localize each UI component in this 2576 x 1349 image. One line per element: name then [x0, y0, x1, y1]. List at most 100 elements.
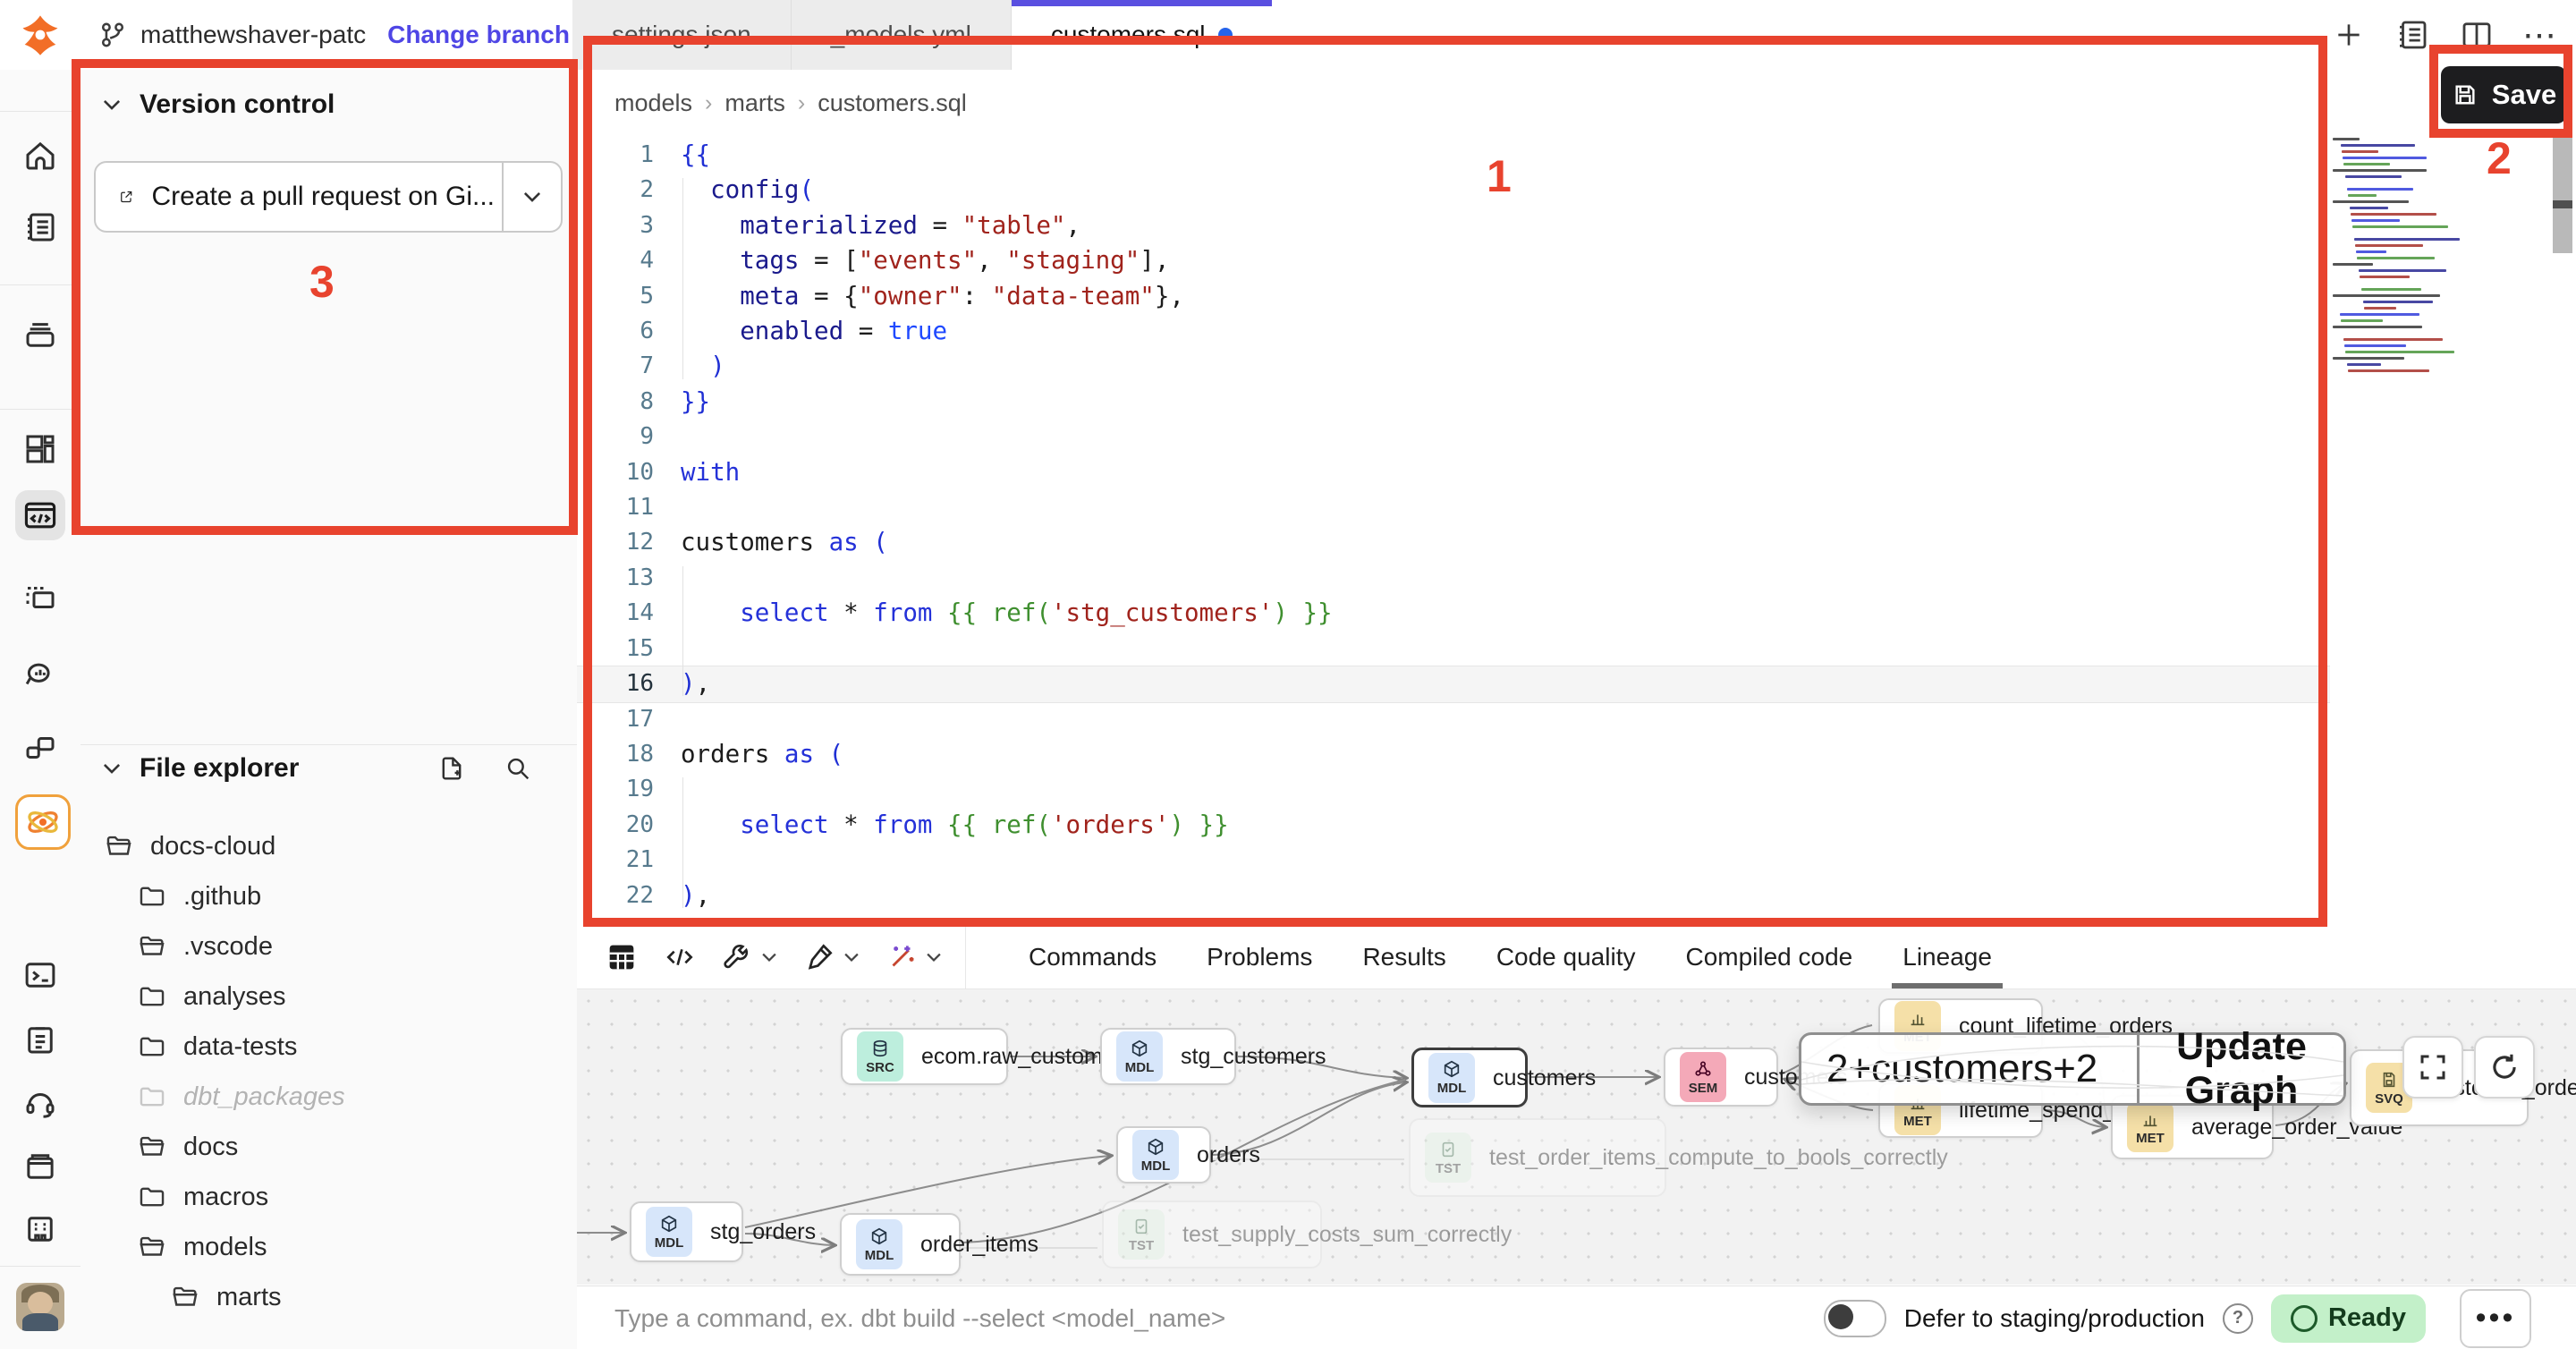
code-line-1[interactable]: 1{{ — [577, 138, 2330, 173]
code-line-20[interactable]: 20 select * from {{ ref('orders') }} — [577, 808, 2330, 843]
file-tree-item-macros[interactable]: macros — [80, 1172, 577, 1222]
file-tree-item-analyses[interactable]: analyses — [80, 971, 577, 1022]
lineage-node-customers[interactable]: SEMcustomers — [1664, 1048, 1778, 1107]
home-icon[interactable] — [15, 131, 65, 181]
preview-table-icon[interactable] — [604, 939, 640, 975]
bottom-tab-compiled-code[interactable]: Compiled code — [1660, 926, 1877, 988]
code-line-13[interactable]: 13 — [577, 561, 2330, 596]
code-line-21[interactable]: 21 — [577, 843, 2330, 878]
integrations-icon[interactable] — [15, 723, 65, 773]
terminal-icon[interactable] — [15, 950, 65, 1000]
refresh-button[interactable] — [2474, 1036, 2535, 1099]
code-line-18[interactable]: 18orders as ( — [577, 737, 2330, 772]
user-avatar[interactable] — [16, 1283, 64, 1331]
tab-customers.sql[interactable]: customers.sql — [1012, 0, 1272, 70]
build-wrench-icon[interactable] — [720, 940, 779, 974]
code-line-3[interactable]: 3 materialized = "table", — [577, 208, 2330, 243]
format-icon[interactable] — [802, 940, 861, 974]
bottom-tab-code-quality[interactable]: Code quality — [1471, 926, 1661, 988]
lineage-node-stg_customers[interactable]: MDLstg_customers — [1100, 1028, 1236, 1085]
code-line-10[interactable]: 10with — [577, 455, 2330, 490]
visual-editor-icon[interactable] — [15, 573, 65, 623]
search-files-icon[interactable] — [503, 753, 533, 784]
breadcrumb-segment[interactable]: marts — [724, 89, 785, 117]
notebook-panel-icon[interactable] — [2394, 16, 2431, 54]
lineage-node-ecom.raw_customers[interactable]: SRCecom.raw_customers — [841, 1028, 1008, 1085]
file-tree-item-.vscode[interactable]: .vscode — [80, 921, 577, 971]
dbt-assist-wand-icon[interactable] — [885, 940, 944, 974]
lineage-node-customers[interactable]: MDLcustomers — [1411, 1048, 1528, 1107]
lineage-node-stg_orders[interactable]: MDLstg_orders — [630, 1201, 743, 1262]
bottom-tab-lineage[interactable]: Lineage — [1877, 926, 2017, 988]
new-file-icon[interactable] — [436, 753, 467, 784]
code-line-8[interactable]: 8}} — [577, 385, 2330, 420]
bottom-tab-commands[interactable]: Commands — [1004, 926, 1182, 988]
file-tree-item-dbt_packages[interactable]: dbt_packages — [80, 1072, 577, 1122]
code-line-11[interactable]: 11 — [577, 490, 2330, 525]
file-tree-item-models[interactable]: models — [80, 1222, 577, 1272]
lineage-node-test_order_items_compute_to_bools_correctly[interactable]: TSTtest_order_items_compute_to_bools_cor… — [1409, 1118, 1666, 1197]
lineage-selector-panel: 2+customers+2 Update Graph — [1799, 1032, 2346, 1106]
code-line-7[interactable]: 7 ) — [577, 349, 2330, 384]
code-line-5[interactable]: 5 meta = {"owner": "data-team"}, — [577, 279, 2330, 314]
file-tree-item-.github[interactable]: .github — [80, 871, 577, 921]
file-tree-item-docs[interactable]: docs — [80, 1122, 577, 1172]
code-line-9[interactable]: 9 — [577, 420, 2330, 454]
create-pr-dropdown[interactable] — [502, 163, 561, 231]
environments-icon[interactable] — [15, 310, 65, 360]
dbt-logo[interactable] — [0, 0, 80, 70]
bottom-panel: CommandsProblemsResultsCode qualityCompi… — [577, 926, 2576, 1349]
status-badge[interactable]: Ready — [2271, 1294, 2426, 1343]
lineage-node-test_supply_costs_sum_correctly[interactable]: TSTtest_supply_costs_sum_correctly — [1102, 1201, 1322, 1268]
bottom-tab-problems[interactable]: Problems — [1182, 926, 1337, 988]
version-control-header[interactable]: Version control — [100, 89, 335, 120]
more-options-icon[interactable]: ⋯ — [2522, 15, 2560, 55]
help-icon[interactable]: ? — [2223, 1303, 2253, 1334]
tab-_models.yml[interactable]: _models.yml — [792, 0, 1012, 70]
code-line-22[interactable]: 22), — [577, 878, 2330, 913]
code-line-19[interactable]: 19 — [577, 772, 2330, 807]
code-line-14[interactable]: 14 select * from {{ ref('stg_customers')… — [577, 596, 2330, 631]
docs-icon[interactable] — [15, 1141, 65, 1192]
lineage-node-order_items[interactable]: MDLorder_items — [840, 1213, 961, 1276]
split-editor-icon[interactable] — [2458, 16, 2496, 54]
clipboard-icon[interactable] — [15, 1014, 65, 1065]
file-tree-item-data-tests[interactable]: data-tests — [80, 1022, 577, 1072]
code-area[interactable]: 1{{2 config(3 materialized = "table",4 t… — [577, 138, 2330, 984]
insights-icon[interactable] — [15, 649, 65, 700]
file-tree-item-marts[interactable]: marts — [80, 1272, 577, 1322]
compile-code-icon[interactable] — [663, 940, 697, 974]
defer-toggle[interactable] — [1824, 1300, 1886, 1337]
command-input[interactable]: Type a command, ex. dbt build --select <… — [577, 1304, 1824, 1333]
organization-icon[interactable] — [15, 1204, 65, 1254]
code-line-12[interactable]: 12customers as ( — [577, 525, 2330, 560]
branch-selector[interactable]: matthewshaver-patc Change branch — [85, 0, 627, 70]
change-branch-link[interactable]: Change branch — [387, 21, 570, 49]
create-pr-button[interactable]: Create a pull request on Gi... — [96, 182, 502, 212]
lineage-node-orders[interactable]: MDLorders — [1116, 1126, 1211, 1184]
file-tree-item-docs-cloud[interactable]: docs-cloud — [80, 821, 577, 871]
file-explorer-header[interactable]: File explorer — [100, 753, 565, 784]
code-line-16[interactable]: 16), — [577, 666, 2330, 701]
breadcrumb-segment[interactable]: models — [614, 89, 692, 117]
code-line-15[interactable]: 15 — [577, 632, 2330, 666]
fullscreen-button[interactable] — [2402, 1036, 2463, 1099]
code-editor-icon[interactable] — [15, 490, 65, 540]
code-line-17[interactable]: 17 — [577, 702, 2330, 737]
new-tab-icon[interactable] — [2331, 17, 2367, 53]
code-line-2[interactable]: 2 config( — [577, 173, 2330, 208]
bottom-tab-results[interactable]: Results — [1337, 926, 1470, 988]
save-button[interactable]: Save — [2441, 66, 2566, 123]
editor-scrollbar[interactable] — [2553, 134, 2572, 253]
support-headset-icon[interactable] — [15, 1079, 65, 1129]
editor-minimap[interactable] — [2333, 134, 2467, 372]
copilot-icon[interactable] — [15, 794, 71, 850]
code-line-6[interactable]: 6 enabled = true — [577, 314, 2330, 349]
lineage-canvas[interactable]: SRCecom.raw_customers MDLstg_customers MDL… — [577, 989, 2576, 1285]
tab-settings.json[interactable]: settings.json — [572, 0, 792, 70]
code-line-4[interactable]: 4 tags = ["events", "staging"], — [577, 243, 2330, 278]
notebook-icon[interactable] — [15, 202, 65, 252]
breadcrumb-segment[interactable]: customers.sql — [818, 89, 967, 117]
more-actions-button[interactable]: ••• — [2460, 1289, 2531, 1348]
dashboard-icon[interactable] — [15, 424, 65, 474]
